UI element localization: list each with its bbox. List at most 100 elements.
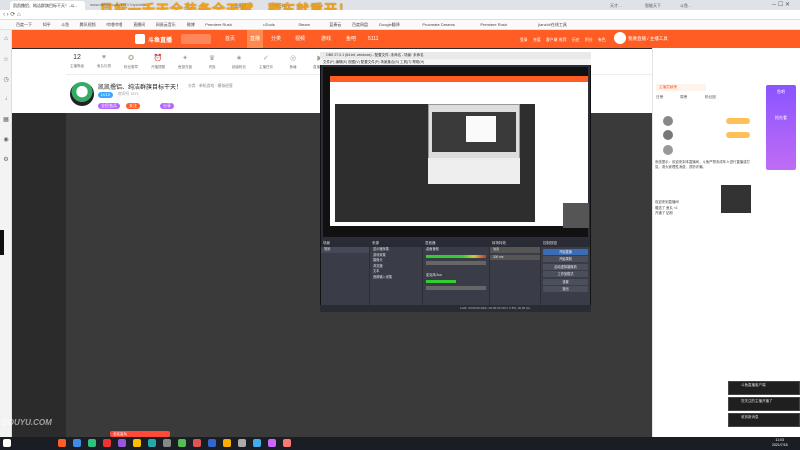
avatar[interactable] <box>614 32 626 44</box>
tab-item[interactable]: 天才… <box>610 1 640 10</box>
window-controls[interactable]: ─ ☐ ✕ <box>772 1 790 8</box>
taskbar-app-icon[interactable] <box>178 439 186 447</box>
taskbar-app-icon[interactable] <box>163 439 171 447</box>
taskbar-app-icon[interactable] <box>58 439 66 447</box>
game-icon[interactable]: ◉ <box>2 136 10 144</box>
rank-avatar[interactable] <box>663 116 673 126</box>
start-recording-button[interactable]: 开始录制 <box>543 256 588 262</box>
transition-select[interactable]: 淡出 <box>490 247 540 253</box>
volume-slider[interactable] <box>426 286 486 290</box>
bookmark-item[interactable]: uTools <box>263 20 275 30</box>
settings-icon[interactable]: ⚙ <box>2 156 10 164</box>
bookmark-item[interactable]: 知乎 <box>43 20 51 30</box>
gift-item[interactable]: ◎ 鱼塘 <box>282 54 304 70</box>
share-button[interactable]: 分享 <box>160 103 174 109</box>
bookmark-item[interactable]: 百度一下 <box>16 20 32 30</box>
taskbar-app-icon[interactable] <box>73 439 81 447</box>
gift-item[interactable]: ⏰ 开播提醒 <box>147 54 169 70</box>
taskbar-app-icon[interactable] <box>103 439 111 447</box>
rank-avatar[interactable] <box>663 145 673 155</box>
system-clock[interactable]: 11:03 2021/7/18 <box>772 438 788 447</box>
notification-toast[interactable]: 斗鱼直播客户端 <box>728 381 800 395</box>
bookmark-item[interactable]: 直播间 <box>133 20 145 30</box>
nav-arrows-icon[interactable]: ‹ › ⟳ ⌂ <box>3 11 21 18</box>
gift-item[interactable]: ✦ 鱼翅充值 <box>174 54 196 70</box>
follow-button[interactable]: 关注 <box>126 103 140 109</box>
taskbar-app-icon[interactable] <box>208 439 216 447</box>
rank-tab[interactable]: 日榜 <box>656 94 678 101</box>
obs-dock-scenes[interactable]: 场景 场景 <box>321 240 369 310</box>
badge-chip[interactable]: 全民皆兵 <box>98 103 120 109</box>
nav-live[interactable]: 直播 <box>247 30 264 48</box>
url-input[interactable]: www.douyu.com/1571?dyshid=... <box>90 1 250 9</box>
obs-menu-bar[interactable]: 文件(F) 编辑(E) 视图(V) 配置文件(P) 场景集合(S) 工具(T) … <box>320 59 591 65</box>
studio-mode-button[interactable]: 工作室模式 <box>543 271 588 277</box>
gift-item[interactable]: 12 主播等级 <box>66 54 88 69</box>
bookmark-item[interactable]: 腾讯视频 <box>80 20 96 30</box>
bookmark-item[interactable]: 哔哩哔哩 <box>106 20 122 30</box>
bookmark-item[interactable]: 百度网盘 <box>352 20 368 30</box>
history-icon[interactable]: ◷ <box>2 76 10 84</box>
obs-dock-transitions[interactable]: 转场特效 淡出 300 ms <box>490 240 540 310</box>
apps-icon[interactable]: ▦ <box>2 116 10 124</box>
nav-5111[interactable]: 5111 <box>368 30 378 48</box>
notification-toast[interactable]: 收到新消息 <box>728 413 800 427</box>
gift-item[interactable]: ♥ 鱼丸礼物 <box>93 54 115 69</box>
rank-tab[interactable]: 周榜 <box>680 94 702 101</box>
nav-fishbar[interactable]: 鱼吧 <box>346 30 356 48</box>
streamer-avatar[interactable] <box>70 82 94 106</box>
rank-title[interactable]: 主播贡献榜 <box>656 84 706 91</box>
start-streaming-button[interactable]: 开始直播 <box>543 248 588 255</box>
taskbar-app-icon[interactable] <box>223 439 231 447</box>
transition-duration[interactable]: 300 ms <box>490 254 540 260</box>
tab-item[interactable]: 斗鱼… <box>680 1 710 10</box>
start-icon[interactable] <box>3 439 11 447</box>
source-item[interactable]: 音频输入采集 <box>370 275 422 281</box>
taskbar-app-icon[interactable] <box>133 439 141 447</box>
bookmark-item[interactable]: Procreate Dreams <box>422 20 454 30</box>
rank-avatar[interactable] <box>663 130 673 140</box>
notification-toast[interactable]: 您关注的主播开播了 <box>728 397 800 411</box>
chat-image[interactable] <box>721 185 751 213</box>
nav-video[interactable]: 视频 <box>295 30 305 48</box>
header-link[interactable]: 历史 <box>572 38 580 43</box>
volume-slider[interactable] <box>426 260 486 265</box>
rank-tab[interactable]: 粉丝团 <box>705 94 730 101</box>
settings-button[interactable]: 设置 <box>543 278 588 285</box>
bookmark-item[interactable]: 网易云音乐 <box>156 20 176 30</box>
bookmark-item[interactable]: jianzhi/在线工具 <box>538 20 566 30</box>
taskbar-app-icon[interactable] <box>268 439 276 447</box>
taskbar-app-icon[interactable] <box>88 439 96 447</box>
header-link[interactable]: 有色 <box>598 38 606 43</box>
obs-dock-mixer[interactable]: 混音器 桌面音频 麦克风/Aux <box>423 240 489 310</box>
header-link[interactable]: 推荐 <box>559 38 567 43</box>
brand-right[interactable]: 我要直播 / 主播工具 <box>628 36 668 42</box>
nav-category[interactable]: 分类 <box>271 30 281 48</box>
star-icon[interactable]: ☆ <box>2 56 10 64</box>
header-link[interactable]: 登录 <box>520 38 528 43</box>
nav-games[interactable]: 游戏 <box>321 30 331 48</box>
gift-item[interactable]: ✓ 主播任务 <box>255 54 277 70</box>
tab-active[interactable]: 凯凯撸铝、纯洁群旗目标干天！-斗... <box>10 1 85 10</box>
scene-item[interactable]: 场景 <box>321 247 369 253</box>
gift-item[interactable]: ✪ 粉丝徽章 <box>120 54 142 70</box>
taskbar-app-icon[interactable] <box>253 439 261 447</box>
bookmark-item[interactable]: 微博 <box>187 20 195 30</box>
bookmark-item[interactable]: Premiere Rush <box>205 20 232 30</box>
obs-dock-controls[interactable]: 控制按钮 开始直播 开始录制 启动虚拟摄像机 工作室模式 设置 退出 <box>541 240 590 310</box>
taskbar-app-icon[interactable] <box>193 439 201 447</box>
bookmark-item[interactable]: 蓝奏云 <box>329 20 341 30</box>
nav-home[interactable]: 首页 <box>225 30 235 48</box>
taskbar-app-icon[interactable] <box>283 439 291 447</box>
taskbar-app-icon[interactable] <box>118 439 126 447</box>
obs-dock-sources[interactable]: 来源 显示器采集 游戏采集 摄像头 浏览器 文本 音频输入采集 <box>370 240 422 310</box>
bookmark-item[interactable]: Google翻译 <box>379 20 400 30</box>
taskbar-app-icon[interactable] <box>238 439 246 447</box>
header-link[interactable]: 充值 <box>533 38 541 43</box>
taskbar-app-icon[interactable] <box>148 439 156 447</box>
download-icon[interactable]: ↓ <box>2 96 10 104</box>
gift-item[interactable]: ♛ 贵族 <box>201 54 223 70</box>
tab-item[interactable]: 智能天下 <box>645 1 675 10</box>
side-ad-banner[interactable]: 鱼吧 抢先看 <box>766 85 796 170</box>
sidebar-collapse-handle[interactable] <box>0 230 4 255</box>
